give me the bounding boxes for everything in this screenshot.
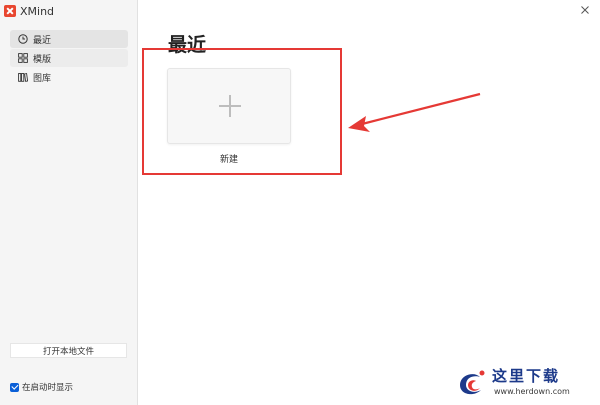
new-file-label: 新建	[219, 155, 238, 165]
plus-icon	[219, 95, 241, 117]
sidebar-item-label: 最近	[33, 35, 52, 46]
show-on-startup-checkbox[interactable]	[10, 382, 19, 392]
sidebar-item-label: 图库	[33, 73, 52, 84]
sidebar-item-templates[interactable]: 模版	[10, 49, 128, 67]
clock-icon	[18, 34, 28, 44]
sidebar-item-label: 模版	[33, 54, 52, 65]
show-on-startup-label: 在启动时显示	[22, 383, 74, 393]
page-title: 最近	[168, 34, 207, 56]
sidebar-nav: 最近 模版 图库	[10, 30, 128, 87]
sidebar-item-recent[interactable]: 最近	[10, 30, 128, 48]
watermark: 这里下载 www.herdown.com	[454, 365, 594, 401]
watermark-text: 这里下载	[492, 367, 561, 385]
watermark-logo-icon	[460, 370, 485, 395]
sidebar: XMind 最近 模版 图库 打开本地文件 在启动时显示	[0, 0, 138, 405]
grid-icon	[18, 53, 28, 63]
xmind-window: XMind 最近 模版 图库 打开本地文件 在启动时显示 最近 新建 这里下载 …	[0, 0, 600, 405]
red-arrow-annotation	[348, 92, 481, 132]
watermark-url: www.herdown.com	[494, 387, 570, 396]
open-local-file-button[interactable]: 打开本地文件	[10, 343, 127, 358]
title-bar: XMind	[0, 0, 138, 22]
library-icon	[18, 72, 28, 82]
app-title: XMind	[20, 4, 55, 18]
close-icon[interactable]	[578, 3, 592, 17]
new-file-card[interactable]	[167, 68, 291, 144]
sidebar-item-library[interactable]: 图库	[10, 68, 128, 86]
show-on-startup-option[interactable]: 在启动时显示	[10, 381, 73, 393]
xmind-logo-icon	[4, 5, 16, 17]
